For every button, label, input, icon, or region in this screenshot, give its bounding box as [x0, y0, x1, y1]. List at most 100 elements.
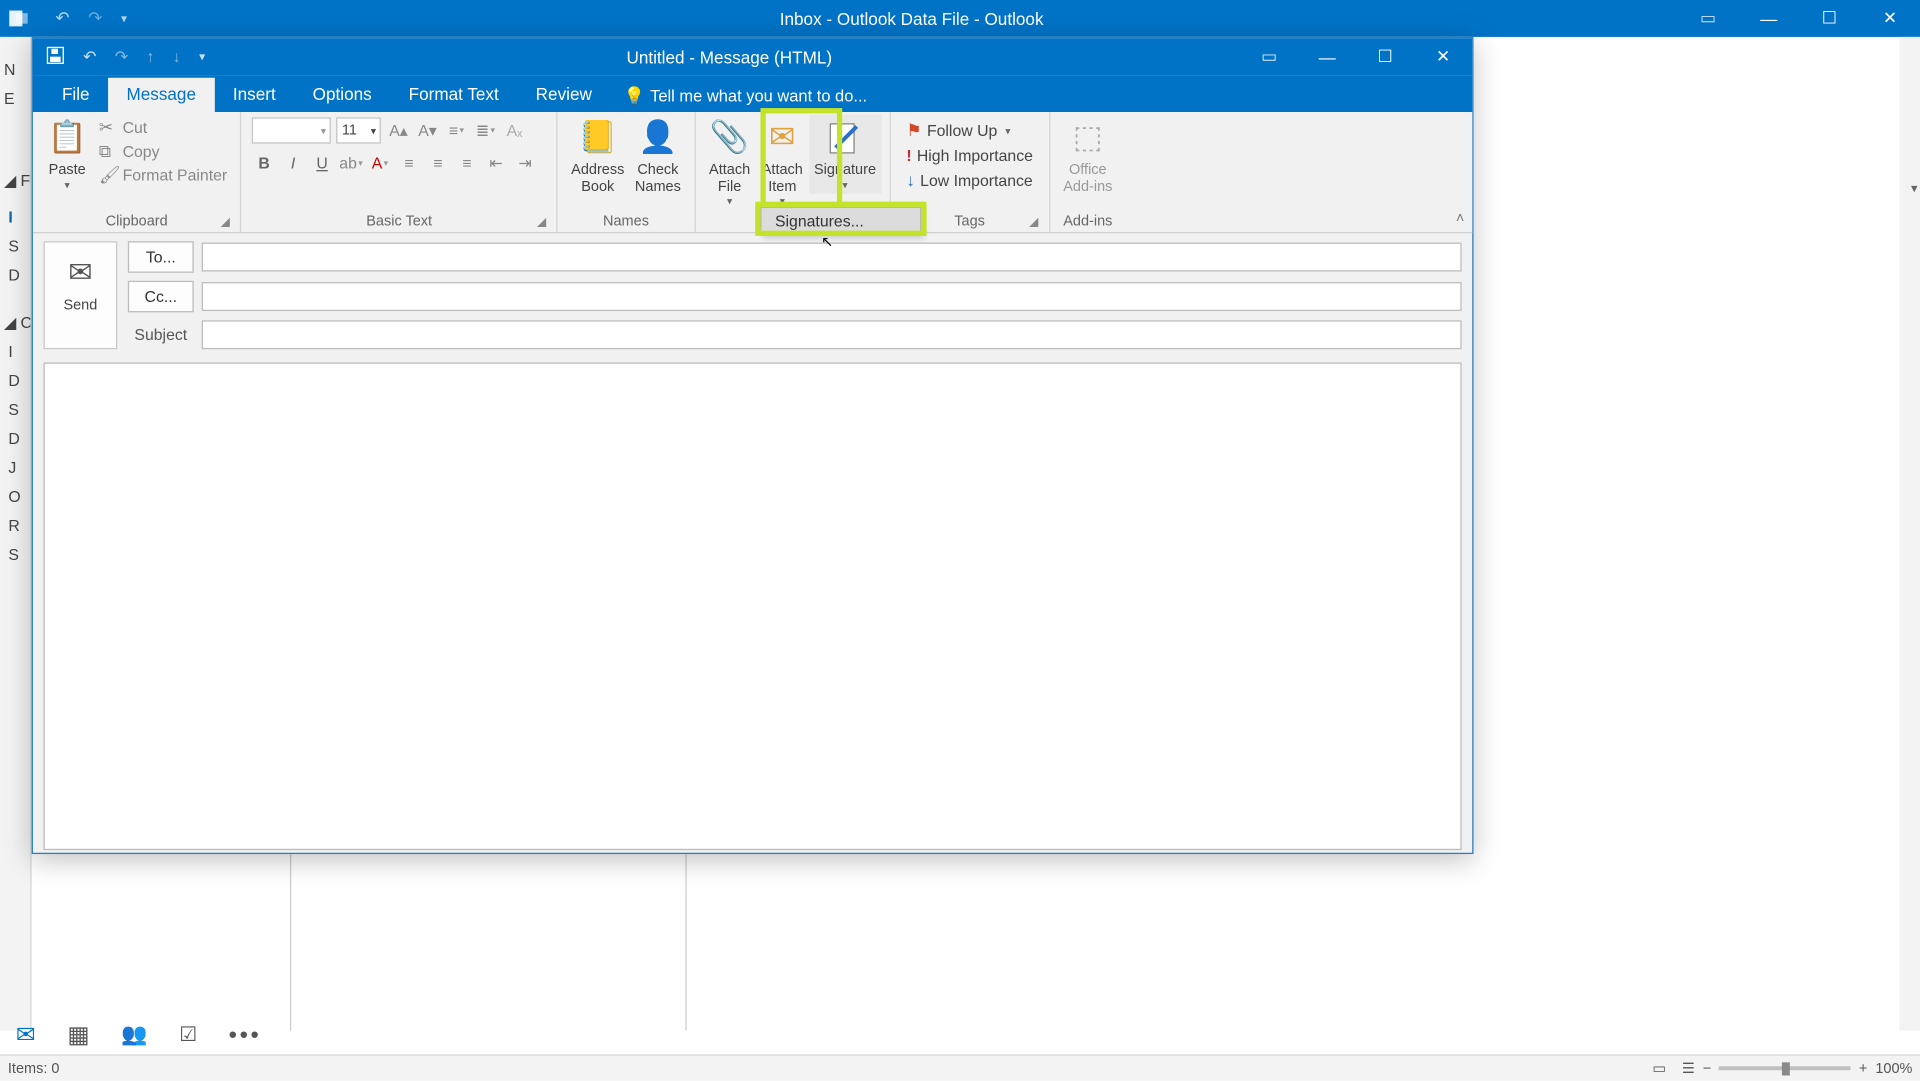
address-book-button[interactable]: 📒 Address Book — [566, 115, 630, 198]
outdent-button[interactable]: ⇤ — [484, 152, 508, 176]
tab-message[interactable]: Message — [108, 78, 214, 112]
zoom-in-button[interactable]: + — [1859, 1060, 1867, 1076]
paste-button[interactable]: 📋 Paste ▾ — [41, 115, 94, 194]
exclaim-icon: ! — [906, 146, 911, 164]
qat-undo-icon[interactable]: ↶ — [83, 47, 96, 65]
align-right-button[interactable]: ≡ — [455, 152, 479, 176]
group-addins: ⬚ Office Add-ins Add-ins — [1050, 112, 1126, 232]
tab-insert[interactable]: Insert — [214, 78, 294, 112]
compose-ribbon-opts-icon[interactable]: ▭ — [1240, 38, 1298, 75]
cut-button[interactable]: ✂Cut — [99, 117, 227, 138]
group-label-clipboard: Clipboard — [106, 214, 168, 230]
bold-button[interactable]: B — [252, 152, 276, 176]
ribbon-display-icon[interactable]: ▭ — [1678, 0, 1739, 37]
down-arrow-icon: ↓ — [906, 170, 915, 190]
paste-icon: 📋 — [46, 117, 88, 159]
pane-divider — [290, 854, 291, 1031]
dialog-launcher-icon[interactable]: ◢ — [221, 215, 230, 229]
compose-maximize-button[interactable]: ☐ — [1356, 38, 1414, 75]
qat-customize-icon[interactable]: ▾ — [121, 11, 127, 25]
collapse-ribbon-icon[interactable]: ˄ — [1456, 211, 1464, 227]
main-scrollbar[interactable]: ▾ — [1899, 37, 1920, 1031]
nav-calendar-icon[interactable]: ▦ — [67, 1021, 89, 1049]
message-area: ✉ Send To... Cc... Subject — [33, 233, 1472, 860]
dialog-launcher-icon[interactable]: ◢ — [537, 215, 546, 229]
low-importance-button[interactable]: ↓Low Importance — [906, 170, 1033, 190]
qat-redo-icon[interactable]: ↷ — [88, 8, 102, 29]
copy-icon: ⧉ — [99, 141, 117, 162]
status-items-count: Items: 0 — [8, 1060, 60, 1076]
compose-close-button[interactable]: ✕ — [1414, 38, 1472, 75]
attach-item-icon: ✉ — [761, 117, 803, 159]
to-input[interactable] — [202, 243, 1462, 272]
follow-up-button[interactable]: ⚑Follow Up▾ — [906, 120, 1033, 141]
signature-button[interactable]: Signature ▾ — [809, 115, 882, 194]
font-color-button[interactable]: A — [368, 152, 392, 176]
highlight-button[interactable]: ab — [339, 152, 363, 176]
italic-button[interactable]: I — [281, 152, 305, 176]
qat-prev-icon[interactable]: ↑ — [146, 47, 154, 65]
tab-options[interactable]: Options — [294, 78, 390, 112]
font-size-select[interactable]: 11▾ — [337, 117, 382, 143]
numbering-button[interactable]: ≣ — [474, 119, 498, 143]
signature-icon — [824, 117, 866, 159]
view-normal-icon[interactable]: ▭ — [1652, 1060, 1666, 1077]
high-importance-button[interactable]: !High Importance — [906, 146, 1033, 164]
subject-input[interactable] — [202, 320, 1462, 349]
main-close-button[interactable]: ✕ — [1860, 0, 1920, 37]
underline-button[interactable]: U — [310, 152, 334, 176]
office-addins-button[interactable]: ⬚ Office Add-ins — [1058, 115, 1118, 198]
nav-mail-icon[interactable]: ✉ — [16, 1021, 36, 1049]
group-label-tags: Tags — [954, 214, 985, 230]
nav-people-icon[interactable]: 👥 — [121, 1021, 147, 1047]
qat-undo-icon[interactable]: ↶ — [55, 8, 69, 29]
bullets-button[interactable]: ≡ — [445, 119, 469, 143]
zoom-slider[interactable] — [1719, 1066, 1851, 1070]
copy-button[interactable]: ⧉Copy — [99, 141, 227, 162]
compose-window-title: Untitled - Message (HTML) — [218, 47, 1240, 67]
send-button[interactable]: ✉ Send — [43, 241, 117, 349]
nav-tasks-icon[interactable]: ☑ — [179, 1023, 197, 1047]
addins-icon: ⬚ — [1067, 117, 1109, 159]
align-center-button[interactable]: ≡ — [426, 152, 450, 176]
main-minimize-button[interactable]: ― — [1738, 0, 1799, 37]
to-button[interactable]: To... — [128, 241, 194, 273]
qat-next-icon[interactable]: ↓ — [173, 47, 181, 65]
tell-me-search[interactable]: 💡 Tell me what you want to do... — [610, 80, 880, 112]
format-painter-button[interactable]: 🖌Format Painter — [99, 165, 227, 186]
subject-label: Subject — [128, 326, 194, 344]
zoom-out-button[interactable]: − — [1703, 1060, 1711, 1076]
shrink-font-button[interactable]: A▾ — [416, 119, 440, 143]
compose-titlebar: ↶ ↷ ↑ ↓ ▾ Untitled - Message (HTML) ▭ ― … — [33, 38, 1472, 75]
tab-format-text[interactable]: Format Text — [390, 78, 517, 112]
group-basic-text: ▾ 11▾ A▴ A▾ ≡ ≣ Aₓ B I U ab — [242, 112, 558, 232]
align-left-button[interactable]: ≡ — [397, 152, 421, 176]
signatures-menu-item[interactable]: Signatures... — [762, 208, 920, 234]
tab-review[interactable]: Review — [517, 78, 610, 112]
cc-input[interactable] — [202, 282, 1462, 311]
clear-format-button[interactable]: Aₓ — [503, 119, 527, 143]
qat-save-icon[interactable] — [46, 45, 64, 67]
attach-item-button[interactable]: ✉ Attach Item ▾ — [756, 115, 809, 211]
paperclip-icon: 📎 — [709, 117, 751, 159]
tab-file[interactable]: File — [43, 78, 108, 112]
nav-more-icon[interactable]: ••• — [229, 1021, 262, 1049]
compose-minimize-button[interactable]: ― — [1298, 38, 1356, 75]
outlook-app-icon — [0, 8, 37, 29]
send-icon: ✉ — [68, 256, 92, 290]
message-body-input[interactable] — [43, 362, 1461, 850]
grow-font-button[interactable]: A▴ — [387, 119, 411, 143]
check-names-button[interactable]: 👤 Check Names — [630, 115, 686, 198]
group-names: 📒 Address Book 👤 Check Names Names — [558, 112, 695, 232]
outlook-nav-pane-sliver: N E ◢ F I S D ◢ C I D S D J O R S — [0, 37, 32, 1031]
qat-customize-icon[interactable]: ▾ — [199, 49, 205, 63]
main-maximize-button[interactable]: ☐ — [1799, 0, 1860, 37]
font-family-select[interactable]: ▾ — [252, 117, 331, 143]
cc-button[interactable]: Cc... — [128, 281, 194, 313]
address-book-icon: 📒 — [577, 117, 619, 159]
qat-redo-icon[interactable]: ↷ — [115, 47, 128, 65]
indent-button[interactable]: ⇥ — [513, 152, 537, 176]
view-reading-icon[interactable]: ☰ — [1682, 1060, 1695, 1077]
attach-file-button[interactable]: 📎 Attach File ▾ — [703, 115, 756, 211]
dialog-launcher-icon[interactable]: ◢ — [1029, 215, 1038, 229]
